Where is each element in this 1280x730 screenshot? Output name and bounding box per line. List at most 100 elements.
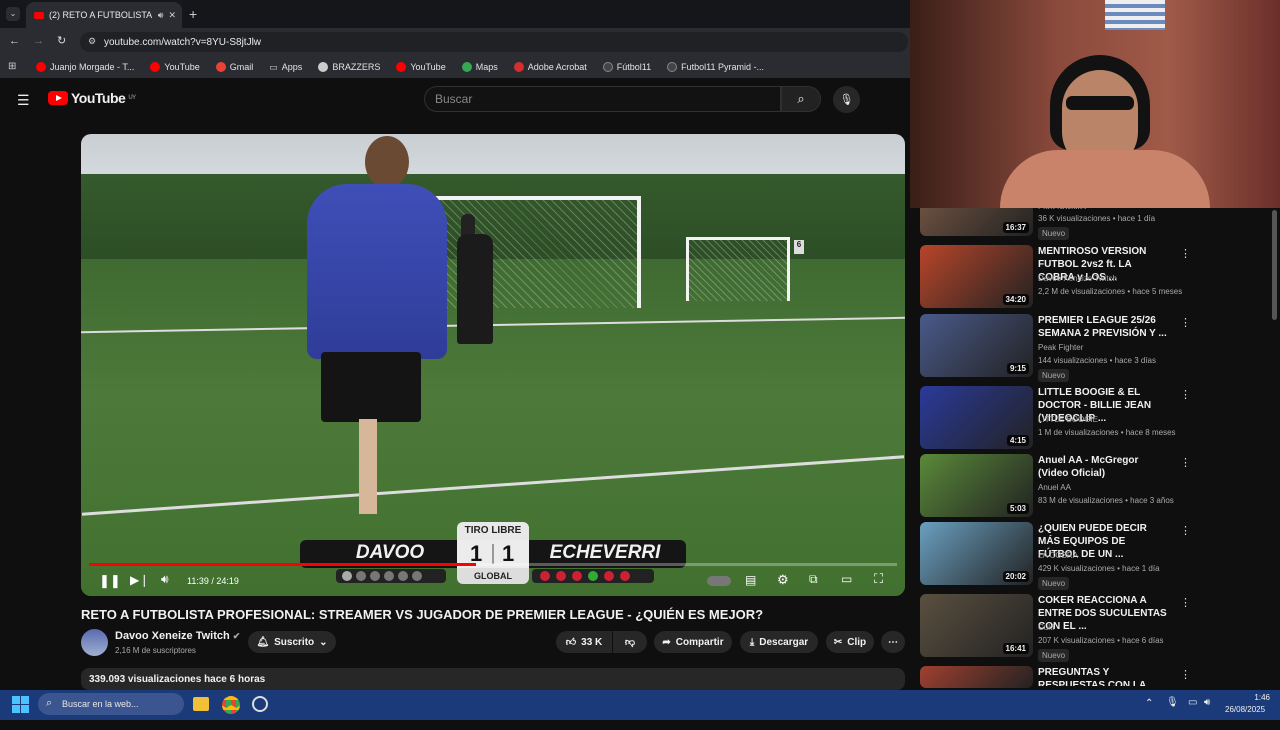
clock-time[interactable]: 1:46 — [1246, 693, 1270, 702]
download-button[interactable]: ⤓ Descargar — [740, 631, 818, 653]
dislike-button[interactable]: 👎︎ — [613, 631, 647, 653]
bookmark-item[interactable]: Futbol11 Pyramid -... — [667, 62, 764, 72]
like-button[interactable]: 👍︎ 33 K — [556, 631, 612, 653]
recommended-video[interactable]: 16:41 COKER REACCIONA A ENTRE DOS SUCULEN… — [920, 594, 1270, 662]
recommended-video[interactable]: 5:03 Anuel AA - McGregor (Video Oficial) A… — [920, 454, 1270, 518]
search-button[interactable]: ⌕ — [781, 86, 821, 112]
next-icon[interactable]: ▶❘ — [130, 573, 149, 587]
webcam-overlay — [910, 0, 1280, 208]
bookmark-item[interactable]: Fútbol11 — [602, 62, 651, 72]
miniplayer-icon[interactable]: ⧉ — [809, 572, 818, 587]
bookmark-item[interactable]: BRAZZERS — [318, 62, 380, 72]
thumbs-up-icon: 👍︎ — [565, 637, 577, 648]
speaker-icon[interactable]: 🔊︎ — [158, 10, 164, 21]
recommended-video[interactable]: 9:15 PREMIER LEAGUE 25/26 SEMANA 2 PREVIS… — [920, 314, 1270, 382]
video-channel[interactable]: Cuki — [1038, 623, 1054, 632]
time-display: 11:39 / 24:19 — [187, 576, 239, 586]
video-duration: 4:15 — [1006, 435, 1029, 446]
apps-grid-icon[interactable]: ⊞ — [8, 61, 16, 72]
more-options-icon[interactable]: ⋮ — [1180, 247, 1191, 260]
bookmark-item[interactable]: Adobe Acrobat — [513, 62, 587, 72]
address-bar[interactable]: ⚙ youtube.com/watch?v=8YU-S8jtJlw — [80, 32, 908, 52]
clip-button[interactable]: ✂ Clip — [826, 631, 874, 653]
theater-mode-icon[interactable]: ▭ — [841, 572, 852, 586]
bookmark-item[interactable]: Maps — [461, 62, 498, 72]
bookmark-item[interactable]: Juanjo Morgade - T... — [36, 62, 134, 72]
video-meta: 429 K visualizaciones • hace 1 día — [1038, 564, 1160, 573]
taskbar-search[interactable]: ⌕ Buscar en la web... — [38, 693, 184, 715]
bookmark-item[interactable]: YouTube — [396, 62, 446, 72]
share-button[interactable]: ➦ Compartir — [654, 631, 732, 653]
close-tab-icon[interactable]: ✕ — [168, 10, 176, 21]
back-icon[interactable]: ← — [9, 35, 20, 47]
volume-tray-icon[interactable]: 🔊︎ — [1204, 697, 1210, 708]
recommended-video[interactable]: 4:15 LITTLE BOOGIE & EL DOCTOR - BILLIE J… — [920, 386, 1270, 450]
video-duration: 34:20 — [1002, 294, 1029, 305]
settings-icon[interactable]: ⚙ — [777, 572, 789, 588]
tray-chevron-icon[interactable]: ⌃ — [1145, 698, 1153, 709]
more-options-icon[interactable]: ⋮ — [1180, 388, 1191, 401]
video-title[interactable]: Anuel AA - McGregor (Video Oficial) — [1038, 454, 1168, 480]
mic-tray-icon[interactable]: 🎙︎ — [1166, 697, 1179, 708]
video-thumbnail[interactable]: 4:15 — [920, 386, 1033, 449]
video-thumbnail[interactable] — [920, 666, 1033, 688]
active-tab[interactable]: (2) RETO A FUTBOLISTA PR... 🔊︎ ✕ — [26, 2, 182, 28]
autoplay-toggle[interactable] — [707, 576, 731, 586]
volume-icon[interactable]: 🔊︎ — [161, 572, 169, 587]
video-thumbnail[interactable]: 34:20 — [920, 245, 1033, 308]
video-thumbnail[interactable]: 20:02 — [920, 522, 1033, 585]
reload-icon[interactable]: ↻ — [57, 34, 66, 47]
youtube-logo[interactable]: YouTube UY — [48, 90, 136, 106]
chrome-icon[interactable] — [222, 696, 240, 714]
menu-icon[interactable]: ☰ — [17, 92, 30, 109]
voice-search-button[interactable]: 🎙︎ — [833, 86, 860, 113]
description-box[interactable]: 339.093 visualizaciones hace 6 horas — [81, 668, 905, 690]
network-icon[interactable]: ▭ — [1188, 697, 1197, 708]
clock-date[interactable]: 26/08/2025 — [1225, 705, 1265, 714]
video-channel[interactable]: Anuel AA — [1038, 483, 1071, 492]
more-options-icon[interactable]: ⋮ — [1180, 524, 1191, 537]
video-channel[interactable]: LA COBRA — [1038, 551, 1078, 560]
video-channel[interactable]: Davoo Xeneize Twitch — [1038, 274, 1117, 283]
more-actions-button[interactable]: ⋯ — [881, 631, 905, 653]
sidebar-scrollbar[interactable] — [1272, 210, 1277, 320]
new-tab-button[interactable]: + — [189, 6, 197, 22]
fullscreen-icon[interactable]: ⛶ — [874, 571, 883, 587]
recommended-video[interactable]: 34:20 MENTIROSO VERSION FUTBOL 2vs2 ft. L… — [920, 245, 1270, 309]
channel-name[interactable]: Davoo Xeneize Twitch ✔ — [115, 630, 240, 642]
video-title[interactable]: PREMIER LEAGUE 25/26 SEMANA 2 PREVISIÓN … — [1038, 314, 1168, 340]
windows-start-icon[interactable] — [12, 696, 29, 713]
search-input[interactable]: Buscar — [424, 86, 781, 112]
video-title: RETO A FUTBOLISTA PROFESIONAL: STREAMER … — [81, 607, 764, 622]
video-title[interactable]: PREGUNTAS Y RESPUESTAS CON LA MDS — [1038, 666, 1168, 686]
video-channel[interactable]: LITTLE BOOGIE — [1038, 415, 1098, 424]
more-options-icon[interactable]: ⋮ — [1180, 596, 1191, 609]
app-icon[interactable] — [252, 696, 268, 712]
video-channel[interactable]: Peak Fighter — [1038, 343, 1083, 352]
file-explorer-icon[interactable] — [193, 697, 209, 711]
forward-icon[interactable]: → — [33, 35, 44, 47]
microphone-icon: 🎙︎ — [839, 94, 854, 106]
more-options-icon[interactable]: ⋮ — [1180, 316, 1191, 329]
video-thumbnail[interactable]: 16:37 — [920, 208, 1033, 236]
bookmark-folder[interactable]: ▭ Apps — [269, 62, 302, 73]
video-title[interactable]: COKER REACCIONA A ENTRE DOS SUCULENTAS C… — [1038, 594, 1168, 633]
recommended-video[interactable]: 20:02 ¿QUIEN PUEDE DECIR MÁS EQUIPOS DE F… — [920, 522, 1270, 590]
bookmark-item[interactable]: Gmail — [215, 62, 253, 72]
bell-icon: 🔔︎ — [256, 636, 270, 648]
tab-list-button[interactable]: ⌄ — [6, 7, 20, 21]
site-info-icon[interactable]: ⚙ — [88, 36, 96, 47]
more-options-icon[interactable]: ⋮ — [1180, 668, 1191, 681]
pause-icon[interactable]: ❚❚ — [99, 573, 121, 589]
more-options-icon[interactable]: ⋮ — [1180, 456, 1191, 469]
subscribed-button[interactable]: 🔔︎ Suscrito ⌄ — [248, 631, 336, 653]
scissors-icon: ✂ — [833, 636, 843, 648]
new-badge: Nuevo — [1038, 369, 1070, 382]
video-player[interactable]: 6 TIRO LIBRE DAVOO 1 1 ECHEVERRI GLOBAL — [81, 134, 905, 596]
subtitles-icon[interactable]: ▤ — [745, 573, 756, 587]
channel-avatar[interactable] — [81, 629, 108, 656]
video-thumbnail[interactable]: 5:03 — [920, 454, 1033, 517]
bookmark-item[interactable]: YouTube — [150, 62, 200, 72]
video-thumbnail[interactable]: 9:15 — [920, 314, 1033, 377]
video-thumbnail[interactable]: 16:41 — [920, 594, 1033, 657]
